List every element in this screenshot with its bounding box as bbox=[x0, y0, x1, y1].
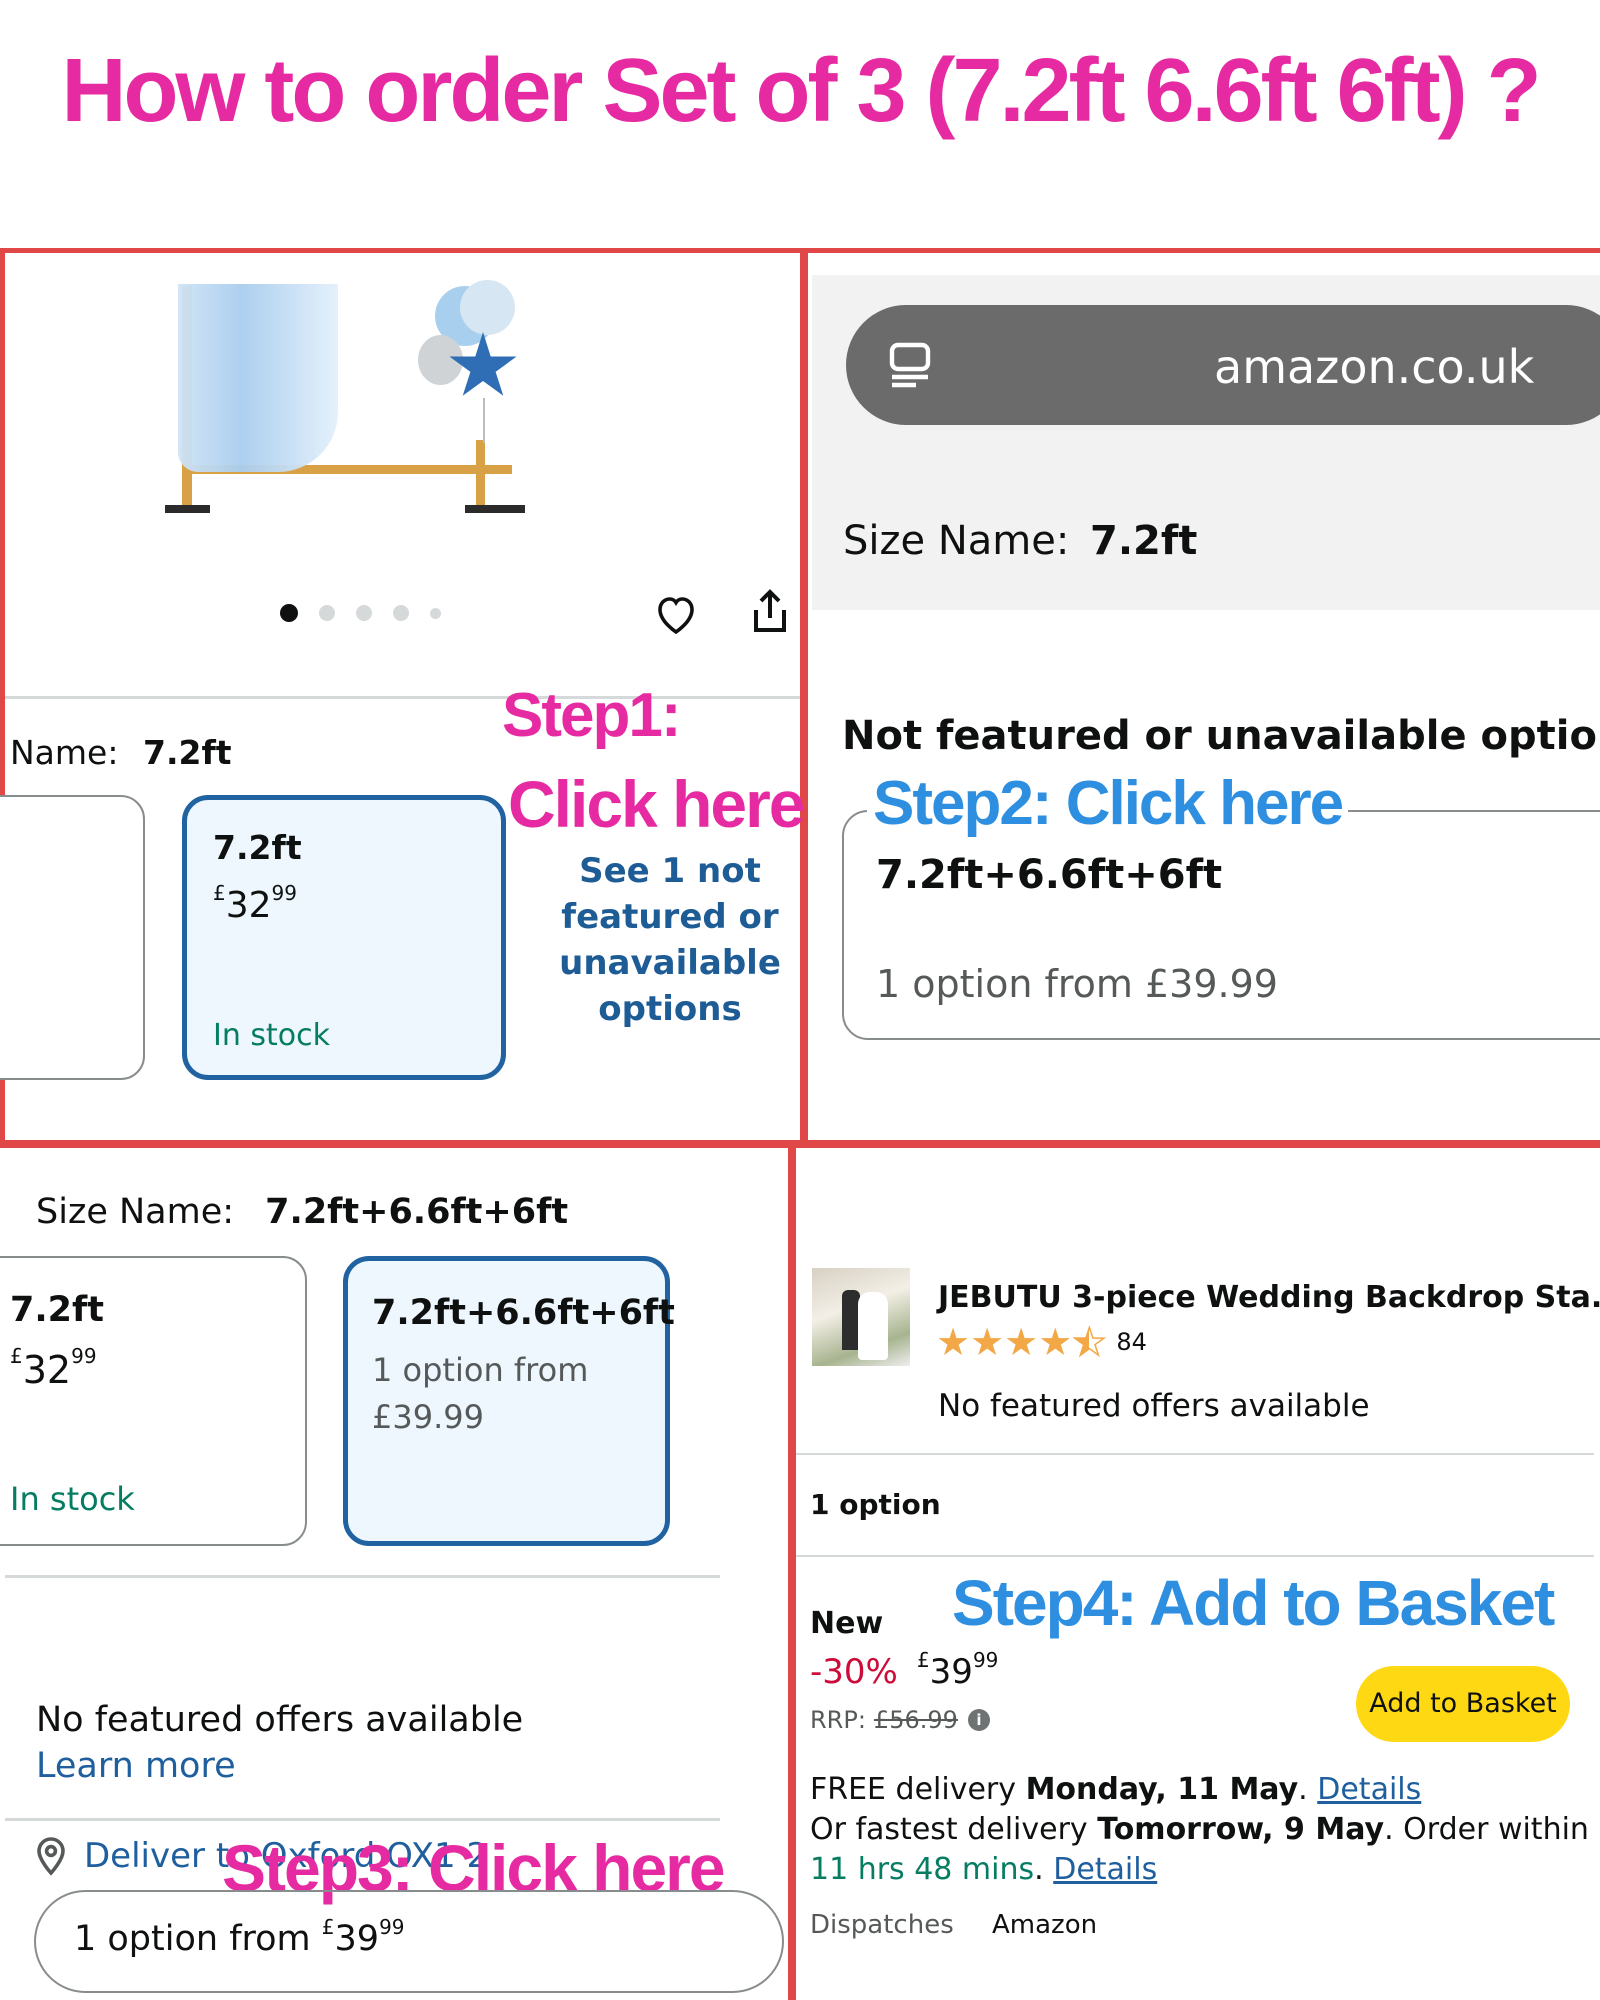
option-size: 7.2ft+6.6ft+6ft bbox=[876, 852, 1223, 898]
rrp-label: RRP: bbox=[810, 1706, 866, 1734]
heart-icon[interactable] bbox=[652, 590, 700, 638]
size-name-row: Name: 7.2ft bbox=[10, 733, 232, 772]
divider bbox=[5, 1818, 720, 1821]
carousel-dot[interactable] bbox=[280, 604, 298, 622]
size-option-card-selected[interactable]: 7.2ft+6.6ft+6ft 1 option from £39.99 bbox=[343, 1256, 675, 1546]
rating-count[interactable]: 84 bbox=[1116, 1328, 1147, 1356]
size-name-row: Size Name: 7.2ft+6.6ft+6ft bbox=[36, 1192, 568, 1232]
condition-label: New bbox=[810, 1606, 884, 1641]
option-price-line1: 1 option from bbox=[372, 1351, 589, 1389]
option-price: £3299 bbox=[213, 881, 297, 926]
rrp-value: £56.99 bbox=[873, 1706, 958, 1734]
add-to-basket-button[interactable]: Add to Basket bbox=[1356, 1666, 1570, 1742]
option-from-button[interactable]: 1 option from £3999 bbox=[34, 1890, 784, 1993]
star-icon: ★ bbox=[1004, 1320, 1039, 1364]
stock-status: In stock bbox=[213, 1018, 331, 1053]
option-size: 7.2ft bbox=[10, 1290, 104, 1330]
product-thumbnail[interactable] bbox=[812, 1268, 910, 1366]
address-bar[interactable]: amazon.co.uk bbox=[846, 305, 1600, 425]
info-icon[interactable]: i bbox=[967, 1709, 990, 1731]
size-name-label: Size Name: bbox=[843, 518, 1070, 564]
carousel-dot[interactable] bbox=[430, 607, 441, 619]
panel-border bbox=[800, 248, 808, 1140]
details-link[interactable]: Details bbox=[1317, 1772, 1421, 1807]
size-option-card[interactable] bbox=[0, 795, 145, 1080]
details-link[interactable]: Details bbox=[1053, 1852, 1157, 1887]
size-name-label: Name: bbox=[10, 733, 119, 772]
dispatches-label: Dispatches bbox=[810, 1910, 954, 1940]
see-unavailable-options-link[interactable]: See 1 not featured or unavailable option… bbox=[545, 848, 795, 1032]
product-image[interactable] bbox=[160, 280, 580, 520]
option-size: 7.2ft+6.6ft+6ft bbox=[372, 1293, 675, 1333]
divider bbox=[5, 696, 800, 699]
rating-stars: ★ ★ ★ ★ ★ 84 bbox=[936, 1319, 1147, 1365]
dispatches-value: Amazon bbox=[992, 1910, 1098, 1940]
page-title: How to order Set of 3 (7.2ft 6.6ft 6ft) … bbox=[61, 41, 1541, 141]
unavailable-option-card[interactable]: 7.2ft+6.6ft+6ft 1 option from £39.99 bbox=[842, 810, 1600, 1040]
stock-status: In stock bbox=[10, 1480, 135, 1518]
panel-border bbox=[788, 1140, 796, 2000]
step2-label: Step2: Click here bbox=[867, 768, 1349, 839]
size-name-label: Size Name: bbox=[36, 1192, 235, 1232]
url-text: amazon.co.uk bbox=[1214, 340, 1535, 394]
option-from-text: 1 option from £3999 bbox=[74, 1915, 405, 1959]
step1-label: Step1: bbox=[502, 681, 681, 750]
no-offers-text: No featured offers available bbox=[938, 1388, 1370, 1424]
step1-label-2: Click here bbox=[508, 767, 805, 841]
option-price: £3299 bbox=[10, 1344, 97, 1392]
carousel-dot[interactable] bbox=[356, 605, 372, 621]
carousel-dot[interactable] bbox=[393, 605, 409, 621]
learn-more-link[interactable]: Learn more bbox=[36, 1746, 236, 1786]
size-name-value: 7.2ft bbox=[142, 733, 232, 772]
star-icon: ★ bbox=[1038, 1320, 1073, 1364]
price-row: -30% £3999 bbox=[810, 1648, 999, 1692]
carousel-dot[interactable] bbox=[319, 605, 335, 621]
discount: -30% bbox=[810, 1652, 898, 1692]
product-title[interactable]: JEBUTU 3-piece Wedding Backdrop Sta... bbox=[938, 1280, 1600, 1315]
size-name-value: 7.2ft bbox=[1090, 518, 1198, 564]
options-count: 1 option bbox=[810, 1488, 941, 1521]
star-half-icon: ★ bbox=[1072, 1319, 1108, 1365]
carousel-dots[interactable] bbox=[280, 604, 441, 622]
size-name-value: 7.2ft+6.6ft+6ft bbox=[265, 1192, 569, 1232]
no-offers-text: No featured offers available bbox=[36, 1700, 524, 1740]
price: £3999 bbox=[916, 1648, 999, 1692]
divider bbox=[5, 1575, 720, 1578]
location-icon bbox=[34, 1836, 68, 1876]
section-title: Not featured or unavailable options bbox=[842, 713, 1600, 759]
star-icon: ★ bbox=[936, 1320, 971, 1364]
option-price-line2: £39.99 bbox=[372, 1398, 484, 1436]
share-icon[interactable] bbox=[748, 588, 792, 636]
size-option-card[interactable]: 7.2ft £3299 In stock bbox=[0, 1256, 307, 1546]
option-size: 7.2ft bbox=[213, 828, 302, 867]
divider bbox=[796, 1453, 1594, 1455]
star-icon: ★ bbox=[970, 1320, 1005, 1364]
delivery-info: FREE delivery Monday, 11 May. Details Or… bbox=[810, 1772, 1589, 1887]
dispatches-row: Dispatches Amazon bbox=[810, 1910, 1097, 1940]
size-name-row: Size Name: 7.2ft bbox=[843, 518, 1197, 564]
divider bbox=[796, 1555, 1594, 1557]
panel-border bbox=[0, 1140, 1600, 1148]
tabs-icon[interactable] bbox=[888, 341, 932, 391]
size-option-card-selected[interactable]: 7.2ft £3299 In stock bbox=[182, 795, 506, 1080]
countdown: 11 hrs 48 mins bbox=[810, 1852, 1035, 1887]
option-price: 1 option from £39.99 bbox=[876, 962, 1278, 1006]
step4-label: Step4: Add to Basket bbox=[952, 1567, 1555, 1639]
rrp-row: RRP: £56.99 i bbox=[810, 1706, 990, 1734]
